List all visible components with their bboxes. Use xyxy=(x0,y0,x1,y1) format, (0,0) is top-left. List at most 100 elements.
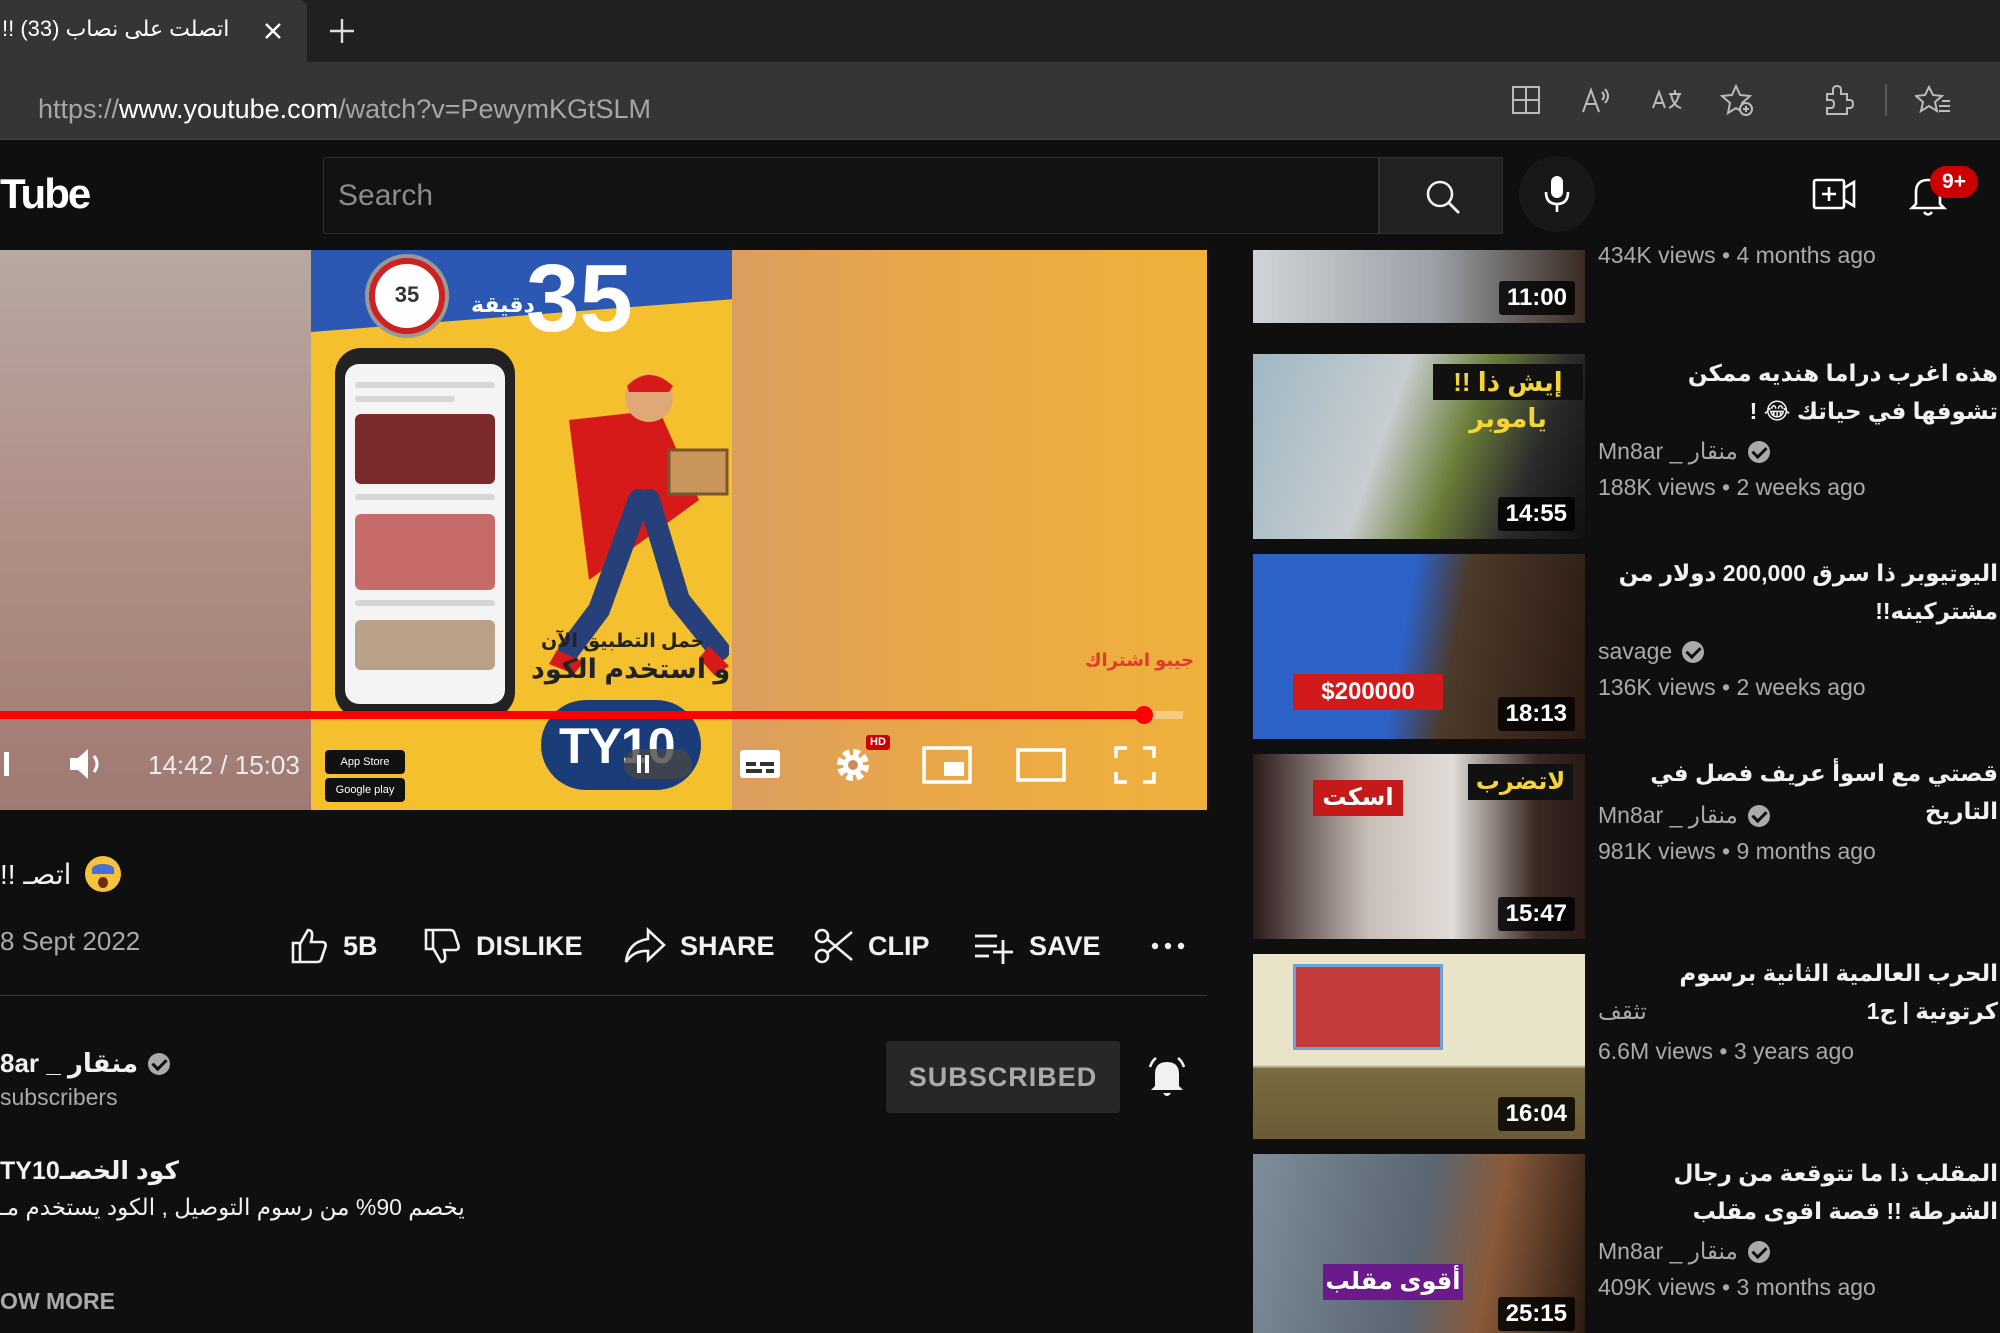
add-to-playlist-icon xyxy=(975,934,1013,964)
save-label: SAVE xyxy=(1029,930,1101,961)
ad-headline-number: 35 xyxy=(526,250,633,352)
video-title[interactable]: الحرب العالمية الثانية برسوم كرتونية | ج… xyxy=(1598,954,1998,1030)
browser-tab-strip: !! اتصلت على نصاب (33) xyxy=(0,0,2000,62)
timer-badge: 35 xyxy=(369,258,445,334)
recommendation-item[interactable]: اسكت لاتضرب 15:47 قصتي مع اسوأ عريف فصل … xyxy=(1253,754,2000,939)
subscribed-button[interactable]: SUBSCRIBED xyxy=(886,1041,1120,1113)
channel-link[interactable]: Mn8ar _ منقار xyxy=(1598,802,1770,829)
video-thumbnail[interactable]: أقوى مقلب 25:15 xyxy=(1253,1154,1585,1333)
video-duration: 16:04 xyxy=(1497,1097,1575,1131)
shocked-face-emoji-icon xyxy=(85,856,122,892)
thumbs-up-icon xyxy=(291,928,327,964)
more-actions-icon[interactable] xyxy=(1150,940,1186,952)
read-aloud-icon[interactable] xyxy=(1578,82,1614,118)
dislike-label: DISLIKE xyxy=(476,930,583,961)
app-store-badge: App Store xyxy=(325,750,405,774)
video-thumbnail[interactable]: 16:04 xyxy=(1253,954,1585,1139)
video-meta: 6.6M views • 3 years ago xyxy=(1598,1038,1855,1064)
subtitles-icon[interactable] xyxy=(738,746,782,782)
search-box[interactable] xyxy=(323,157,1379,234)
video-title[interactable]: اليوتيوبر ذا سرق 200,000 دولار من مشتركي… xyxy=(1598,554,1998,630)
add-favorite-icon[interactable] xyxy=(1719,82,1755,118)
close-icon[interactable] xyxy=(261,19,285,43)
video-meta: 434K views • 4 months ago xyxy=(1598,242,1876,268)
video-duration: 14:55 xyxy=(1497,497,1575,531)
video-player[interactable]: 35 35 دقيقة حمل التطبيق الآن و استخدم ال… xyxy=(0,250,1207,810)
dislike-button[interactable]: DISLIKE xyxy=(422,922,583,970)
video-meta: 188K views • 2 weeks ago xyxy=(1598,474,1866,500)
overlay-subscribe-text: جيبو اشتراك xyxy=(1085,650,1195,670)
fullscreen-icon[interactable] xyxy=(1113,745,1157,785)
video-title[interactable]: المقلب ذا ما تتوقعة من رجال الشرطة !! قص… xyxy=(1598,1154,1998,1230)
verified-check-icon xyxy=(1747,440,1770,463)
channel-link[interactable]: Mn8ar _ منقار xyxy=(1598,1238,1770,1265)
translate-icon[interactable] xyxy=(1649,82,1685,118)
description-text-line: يخصم 90% من رسوم التوصيل , الكود يستخدم … xyxy=(0,1194,465,1220)
save-button[interactable]: SAVE xyxy=(973,922,1101,970)
extensions-icon[interactable] xyxy=(1819,82,1855,118)
phone-screen xyxy=(345,364,505,704)
recommendation-item[interactable]: إيش ذا !! ياموبر 14:55 هذه اغرب دراما هن… xyxy=(1253,354,2000,539)
autoplay-toggle[interactable] xyxy=(624,749,692,779)
progress-bar-played xyxy=(0,711,1144,719)
video-thumbnail[interactable]: $200000 18:13 xyxy=(1253,554,1585,739)
video-thumbnail[interactable]: 11:00 xyxy=(1253,250,1585,323)
ad-download-text: حمل التطبيق الآن xyxy=(541,631,705,652)
channel-name[interactable]: 8ar _ منقار xyxy=(0,1048,171,1079)
channel-name-text: 8ar _ منقار xyxy=(0,1048,139,1078)
verified-check-icon xyxy=(1747,804,1770,827)
plus-icon[interactable] xyxy=(326,15,358,47)
video-duration: 11:00 xyxy=(1498,281,1575,315)
recommendation-item[interactable]: $200000 18:13 اليوتيوبر ذا سرق 200,000 د… xyxy=(1253,554,2000,739)
theater-mode-icon[interactable] xyxy=(1016,748,1066,782)
share-button[interactable]: SHARE xyxy=(624,922,775,970)
progress-scrubber[interactable] xyxy=(1135,706,1153,724)
video-thumbnail[interactable]: اسكت لاتضرب 15:47 xyxy=(1253,754,1585,939)
url-field[interactable]: https://www.youtube.com/watch?v=PewymKGt… xyxy=(0,70,1830,132)
video-title-text: !! اتصـ xyxy=(0,858,72,890)
next-icon[interactable] xyxy=(0,748,14,780)
upload-date: 8 Sept 2022 xyxy=(0,926,141,956)
verified-check-icon xyxy=(1682,640,1705,663)
tab-title: !! اتصلت على نصاب (33) xyxy=(2,16,230,41)
like-count: 5B xyxy=(343,930,378,961)
section-divider xyxy=(0,995,1207,996)
miniplayer-icon[interactable] xyxy=(922,746,972,784)
time-display: 14:42 / 15:03 xyxy=(148,750,300,780)
video-title[interactable]: هذه اغرب دراما هنديه ممكن تشوفها في حيات… xyxy=(1598,354,1998,430)
share-label: SHARE xyxy=(680,930,775,961)
channel-link[interactable]: savage xyxy=(1598,638,1705,665)
channel-link[interactable]: تثقف xyxy=(1598,998,1647,1025)
google-play-badge: Google play xyxy=(325,778,405,802)
recommendation-item[interactable]: 16:04 الحرب العالمية الثانية برسوم كرتون… xyxy=(1253,954,2000,1139)
video-meta: 981K views • 9 months ago xyxy=(1598,838,1876,864)
notification-bell-icon[interactable] xyxy=(1146,1055,1188,1099)
video-meta: 136K views • 2 weeks ago xyxy=(1598,674,1866,700)
settings-gear-icon[interactable] xyxy=(832,744,874,786)
youtube-logo[interactable]: Tube xyxy=(0,170,91,218)
hd-badge: HD xyxy=(866,735,890,750)
channel-link[interactable]: Mn8ar _ منقار xyxy=(1598,438,1770,465)
volume-icon[interactable] xyxy=(66,744,110,784)
ad-minutes-label: دقيقة xyxy=(471,292,535,317)
favorites-icon[interactable] xyxy=(1915,82,1951,118)
recommendation-item[interactable]: 11:00 434K views • 4 months ago xyxy=(1253,138,2000,323)
pause-icon xyxy=(637,755,649,773)
clip-label: CLIP xyxy=(868,930,930,961)
split-screen-icon[interactable] xyxy=(1508,82,1544,118)
video-thumbnail[interactable]: إيش ذا !! ياموبر 14:55 xyxy=(1253,354,1585,539)
video-duration: 25:15 xyxy=(1497,1297,1575,1331)
description-code-line: TY10كود الخصـ xyxy=(0,1157,179,1185)
show-more-link[interactable]: OW MORE xyxy=(0,1288,115,1315)
thumbs-down-icon xyxy=(424,928,460,964)
video-meta: 409K views • 3 months ago xyxy=(1598,1274,1876,1300)
recommendation-item[interactable]: أقوى مقلب 25:15 المقلب ذا ما تتوقعة من ر… xyxy=(1253,1154,2000,1333)
url-text: https://www.youtube.com/watch?v=PewymKGt… xyxy=(38,94,652,124)
video-frame-blurred xyxy=(0,250,311,810)
search-input[interactable] xyxy=(338,178,1338,214)
like-button[interactable]: 5B xyxy=(289,922,378,970)
phone-mockup xyxy=(335,348,515,718)
browser-tab[interactable]: !! اتصلت على نصاب (33) xyxy=(0,0,307,62)
clip-button[interactable]: CLIP xyxy=(814,922,930,970)
share-arrow-icon xyxy=(624,926,666,964)
